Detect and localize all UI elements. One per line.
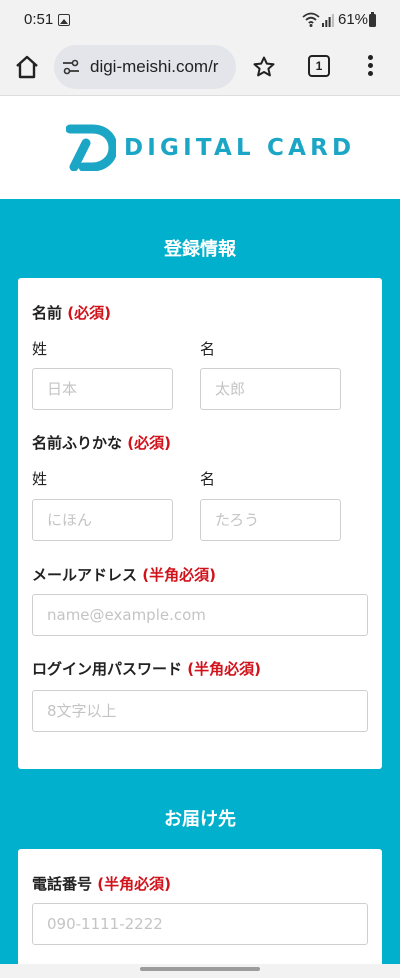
more-menu-icon[interactable] bbox=[366, 55, 374, 79]
delivery-section-title: お届け先 bbox=[164, 809, 236, 830]
last-name-label: 姓 bbox=[32, 340, 48, 358]
password-input[interactable] bbox=[32, 690, 368, 732]
wifi-icon bbox=[302, 12, 320, 27]
signal-icon bbox=[322, 14, 334, 27]
last-name-kana-label: 姓 bbox=[32, 470, 48, 488]
delivery-card: 電話番号 (半角必須) bbox=[18, 849, 382, 978]
name-label: 名前 (必須) bbox=[32, 304, 111, 322]
last-name-kana-input[interactable] bbox=[32, 499, 173, 541]
first-name-input[interactable] bbox=[200, 368, 341, 410]
first-name-kana-input[interactable] bbox=[200, 499, 341, 541]
kana-label: 名前ふりかな (必須) bbox=[32, 434, 171, 452]
required-badge: (半角必須) bbox=[142, 566, 216, 584]
first-name-label: 名 bbox=[200, 340, 216, 358]
first-name-kana-label: 名 bbox=[200, 470, 216, 488]
email-label: メールアドレス (半角必須) bbox=[32, 566, 216, 584]
bookmark-star-icon[interactable] bbox=[252, 55, 276, 79]
gallery-notification-icon bbox=[58, 14, 70, 26]
battery-percent: 61% bbox=[338, 11, 369, 28]
tab-switcher-button[interactable]: 1 bbox=[308, 55, 330, 77]
last-name-input[interactable] bbox=[32, 368, 173, 410]
required-badge: (半角必須) bbox=[187, 660, 261, 678]
gesture-nav-handle[interactable] bbox=[140, 967, 260, 971]
logo-text: DIGITAL CARD bbox=[124, 135, 356, 161]
registration-section-title: 登録情報 bbox=[164, 239, 236, 260]
phone-label: 電話番号 (半角必須) bbox=[32, 875, 171, 893]
site-header: DIGITAL CARD bbox=[0, 97, 400, 199]
required-badge: (半角必須) bbox=[97, 875, 171, 893]
battery-icon bbox=[369, 12, 376, 27]
status-time: 0:51 bbox=[24, 11, 54, 28]
registration-card: 名前 (必須) 姓 名 名前ふりかな (必須) 姓 名 メールアドレス (半角必… bbox=[18, 278, 382, 769]
required-badge: (必須) bbox=[67, 304, 111, 322]
required-badge: (必須) bbox=[127, 434, 171, 452]
email-input[interactable] bbox=[32, 594, 368, 636]
browser-toolbar: digi-meishi.com/r 1 bbox=[0, 40, 400, 96]
digital-card-logo-mark[interactable] bbox=[66, 123, 116, 171]
phone-input[interactable] bbox=[32, 903, 368, 945]
home-icon[interactable] bbox=[14, 54, 40, 80]
address-bar[interactable]: digi-meishi.com/r bbox=[54, 45, 236, 89]
status-bar: 0:51 61% bbox=[0, 0, 400, 40]
signup-form-area: 登録情報 名前 (必須) 姓 名 名前ふりかな (必須) 姓 名 メールアドレス… bbox=[0, 199, 400, 978]
url-text: digi-meishi.com/r bbox=[90, 57, 219, 76]
site-settings-icon[interactable] bbox=[62, 58, 80, 76]
password-label: ログイン用パスワード (半角必須) bbox=[32, 660, 261, 678]
